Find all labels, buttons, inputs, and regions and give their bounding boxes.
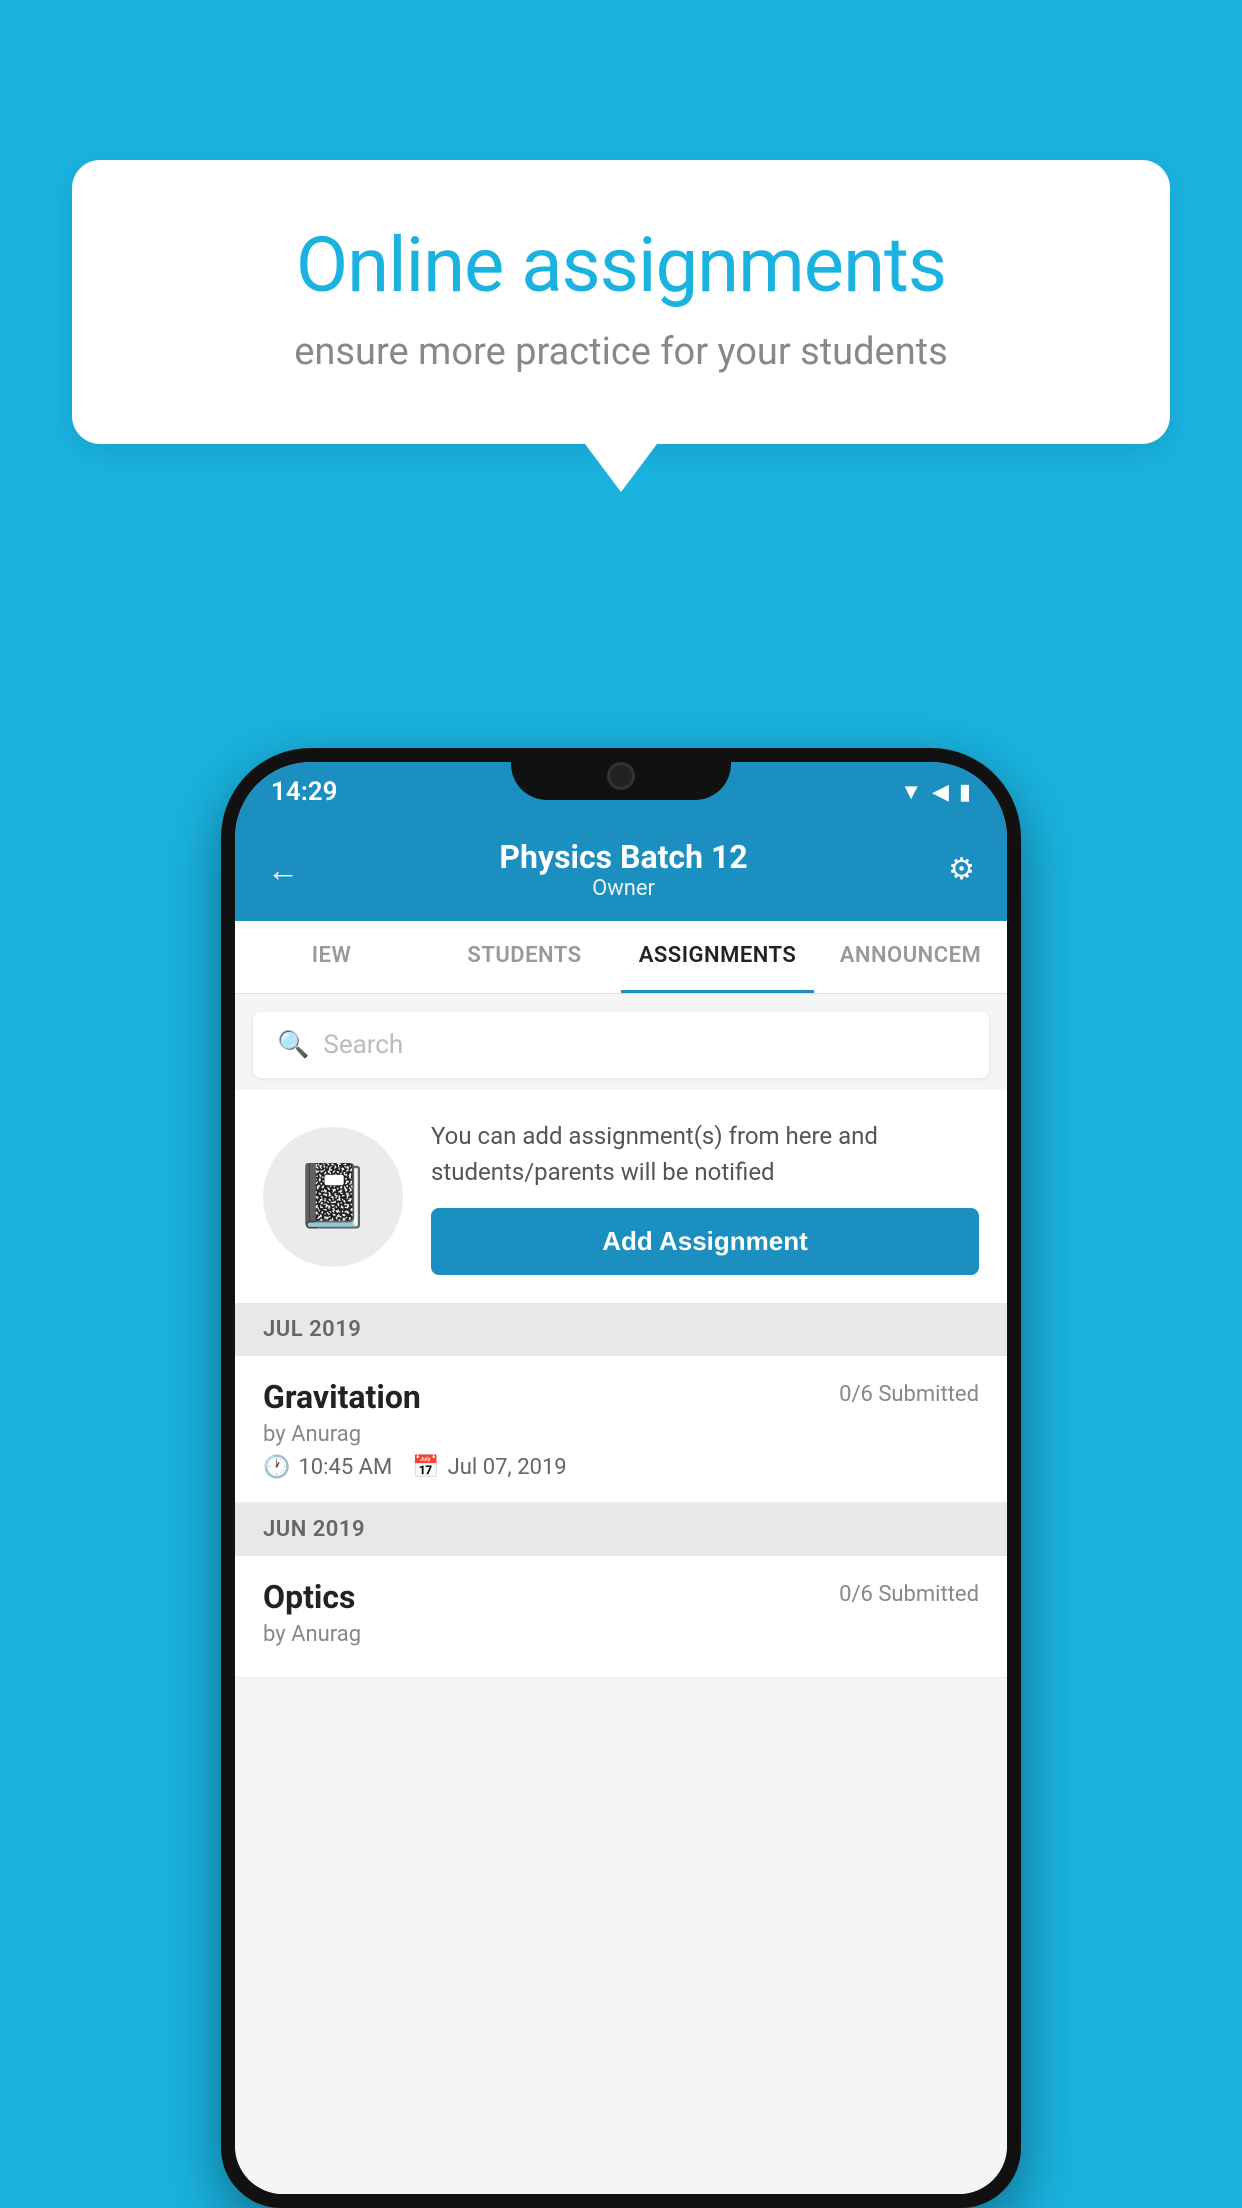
tab-announcements[interactable]: ANNOUNCEM: [814, 921, 1007, 993]
tab-students[interactable]: STUDENTS: [428, 921, 621, 993]
app-header: ← Physics Batch 12 Owner ⚙: [235, 822, 1007, 921]
speech-bubble-card: Online assignments ensure more practice …: [72, 160, 1170, 444]
header-subtitle: Owner: [299, 876, 948, 901]
assignment-title-optics: Optics: [263, 1578, 355, 1616]
assignment-submitted-optics: 0/6 Submitted: [839, 1582, 979, 1607]
assignment-optics[interactable]: Optics 0/6 Submitted by Anurag: [235, 1556, 1007, 1678]
battery-icon: ▮: [959, 780, 971, 805]
header-title: Physics Batch 12: [299, 838, 948, 876]
assignment-title-gravitation: Gravitation: [263, 1378, 421, 1416]
status-icons: ▼ ◀ ▮: [900, 779, 971, 805]
search-bar[interactable]: 🔍 Search: [253, 1012, 989, 1078]
phone-screen: 14:29 ▼ ◀ ▮ ← Physics Batch 12 Owner ⚙ I…: [235, 762, 1007, 2194]
search-icon: 🔍: [277, 1030, 309, 1060]
assignment-row1: Gravitation 0/6 Submitted: [263, 1378, 979, 1416]
assignment-meta-gravitation: 🕐 10:45 AM 📅 Jul 07, 2019: [263, 1455, 979, 1480]
add-assignment-button[interactable]: Add Assignment: [431, 1208, 979, 1275]
assignment-gravitation[interactable]: Gravitation 0/6 Submitted by Anurag 🕐 10…: [235, 1356, 1007, 1503]
signal-icon: ◀: [932, 780, 949, 805]
back-button[interactable]: ←: [267, 851, 299, 889]
notebook-icon: 📓: [294, 1160, 371, 1233]
clock-icon: 🕐: [263, 1455, 290, 1480]
promo-right: You can add assignment(s) from here and …: [431, 1118, 979, 1275]
assignment-time-gravitation: 🕐 10:45 AM: [263, 1455, 392, 1480]
assignment-date-gravitation: 📅 Jul 07, 2019: [412, 1455, 566, 1480]
phone-notch: [511, 748, 731, 800]
status-time: 14:29: [271, 777, 338, 807]
screen-content: 🔍 Search 📓 You can add assignment(s) fro…: [235, 994, 1007, 2194]
tabs-bar: IEW STUDENTS ASSIGNMENTS ANNOUNCEM: [235, 921, 1007, 994]
speech-bubble-title: Online assignments: [152, 220, 1090, 310]
tab-assignments[interactable]: ASSIGNMENTS: [621, 921, 814, 993]
phone-camera: [607, 762, 635, 790]
tab-iew[interactable]: IEW: [235, 921, 428, 993]
wifi-icon: ▼: [900, 779, 922, 805]
section-jul-2019: JUL 2019: [235, 1303, 1007, 1356]
promo-text: You can add assignment(s) from here and …: [431, 1118, 979, 1190]
header-center: Physics Batch 12 Owner: [299, 838, 948, 901]
assignment-optics-row1: Optics 0/6 Submitted: [263, 1578, 979, 1616]
settings-icon[interactable]: ⚙: [948, 852, 975, 887]
promo-icon-circle: 📓: [263, 1127, 403, 1267]
assignment-by-gravitation: by Anurag: [263, 1422, 979, 1447]
calendar-icon: 📅: [412, 1455, 439, 1480]
phone-frame: 14:29 ▼ ◀ ▮ ← Physics Batch 12 Owner ⚙ I…: [221, 748, 1021, 2208]
assignment-submitted-gravitation: 0/6 Submitted: [839, 1382, 979, 1407]
section-jun-2019: JUN 2019: [235, 1503, 1007, 1556]
search-placeholder: Search: [323, 1030, 403, 1060]
speech-bubble-subtitle: ensure more practice for your students: [152, 330, 1090, 374]
promo-section: 📓 You can add assignment(s) from here an…: [235, 1090, 1007, 1303]
assignment-by-optics: by Anurag: [263, 1622, 979, 1647]
